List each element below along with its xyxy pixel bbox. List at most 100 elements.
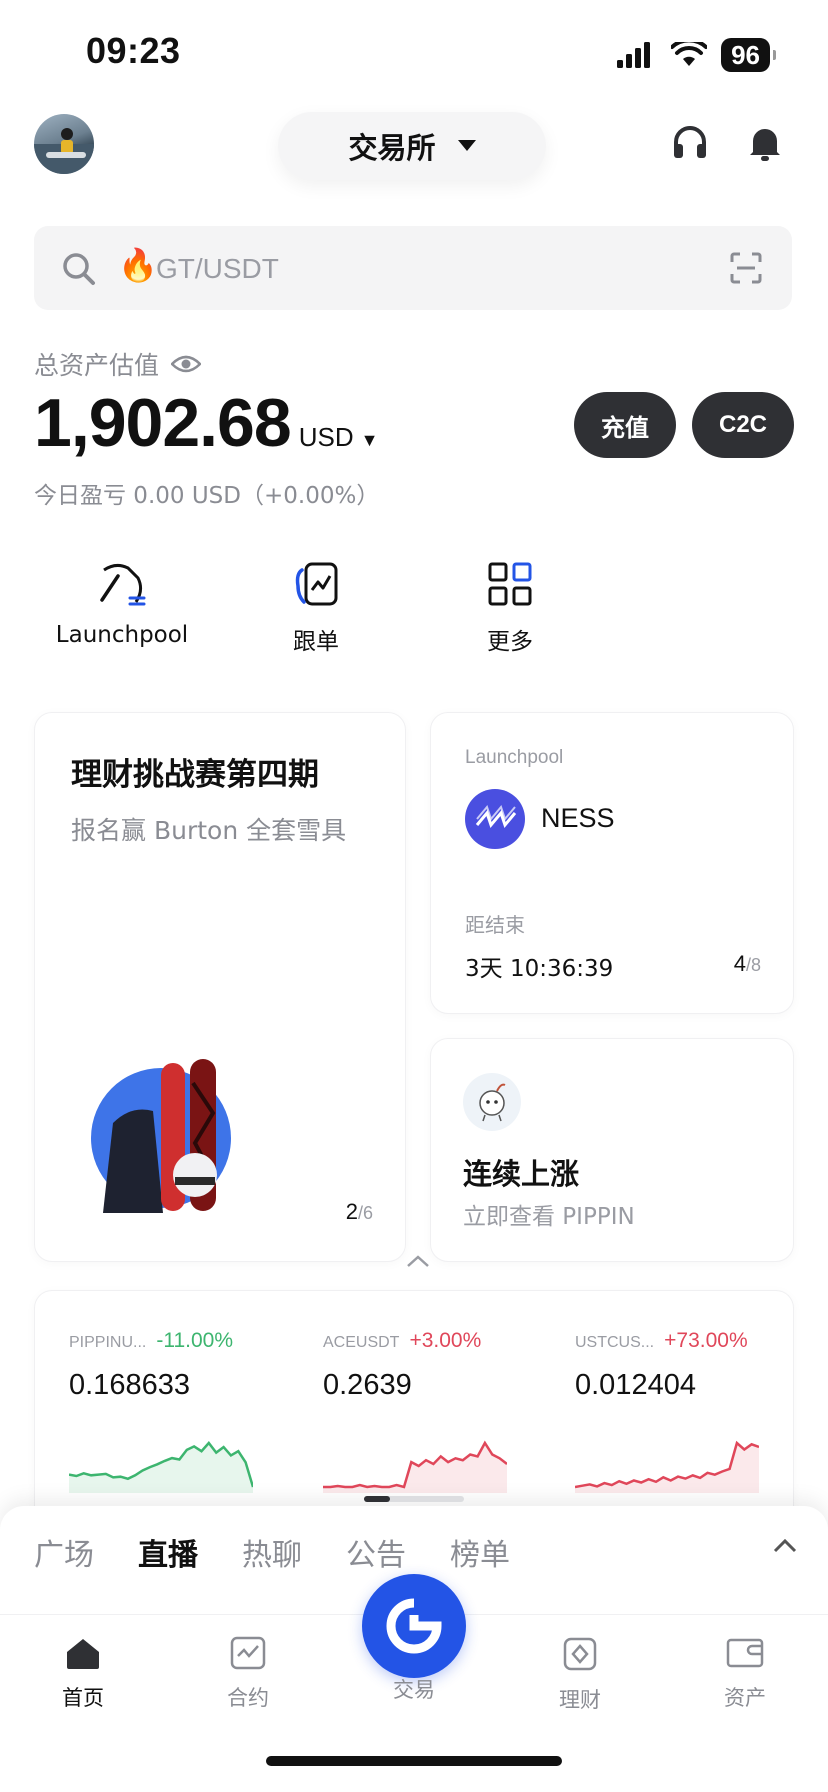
pickaxe-icon: [100, 563, 146, 606]
nav-futures[interactable]: 合约: [193, 1636, 303, 1712]
fire-icon: 🔥: [118, 247, 158, 283]
wifi-icon: [671, 42, 708, 66]
ticker-change: +3.00%: [409, 1329, 482, 1352]
chevron-up-icon[interactable]: [406, 1254, 430, 1268]
exchange-switcher[interactable]: 交易所: [278, 112, 546, 180]
tab-square[interactable]: 广场: [34, 1530, 94, 1574]
promo-card[interactable]: 理财挑战赛第四期 报名赢 Burton 全套雪具 2/6: [34, 712, 406, 1262]
quick-action-label: 更多: [487, 629, 533, 655]
launchpool-pager: 4/8: [734, 951, 761, 977]
ticker-sparkline: [323, 1440, 507, 1493]
ticker-change: +73.00%: [664, 1329, 748, 1352]
tab-rankings[interactable]: 榜单: [450, 1530, 510, 1574]
caret-down-icon: ▼: [355, 430, 379, 450]
ness-logo-icon: [465, 789, 525, 849]
headset-icon[interactable]: [672, 124, 708, 160]
status-time: 09:23: [86, 30, 181, 71]
copy-trade-icon: [295, 562, 338, 606]
ticker-symbol: ACEUSDT: [323, 1334, 400, 1351]
nav-trade[interactable]: 交易: [359, 1674, 469, 1704]
ticker-item[interactable]: ACEUSDT +3.00% 0.2639: [323, 1329, 523, 1493]
scan-icon[interactable]: [730, 252, 762, 284]
ticker-item[interactable]: USTCUS... +73.00% 0.012404: [575, 1329, 775, 1493]
pippin-mascot-icon: [463, 1073, 521, 1131]
quick-action-more[interactable]: 更多: [420, 560, 600, 656]
search-bar[interactable]: 🔥: [34, 226, 792, 310]
home-indicator: [266, 1756, 562, 1766]
nav-label: 合约: [227, 1686, 269, 1710]
battery-indicator: 96: [721, 38, 776, 72]
deposit-button[interactable]: 充值: [574, 392, 676, 458]
trade-icon: [386, 1598, 442, 1654]
tab-hot-chat[interactable]: 热聊: [242, 1530, 302, 1574]
ticker-price: 0.012404: [575, 1369, 696, 1401]
pager-total: /6: [357, 1203, 373, 1223]
avatar-photo: [34, 128, 94, 174]
chevron-up-icon[interactable]: [772, 1538, 798, 1554]
launchpool-tag: Launchpool: [465, 747, 564, 768]
market-tickers: PIPPINU... -11.00% 0.168633 ACEUSDT +3.0…: [34, 1290, 794, 1531]
nav-home[interactable]: 首页: [28, 1636, 138, 1712]
launchpool-card[interactable]: Launchpool NESS 距结束 3天 10:36:39 4/8: [430, 712, 794, 1014]
quick-action-copy-trade[interactable]: 跟单: [226, 560, 406, 656]
bell-icon[interactable]: [748, 124, 782, 162]
asset-amount: 1,902.68: [34, 385, 292, 461]
ticker-price: 0.168633: [69, 1369, 190, 1401]
countdown-label: 距结束: [465, 913, 525, 937]
tab-live[interactable]: 直播: [138, 1530, 198, 1574]
countdown-value: 3天 10:36:39: [465, 956, 614, 982]
pager-total: /8: [745, 955, 761, 975]
futures-icon: [230, 1636, 266, 1670]
eye-icon[interactable]: [171, 354, 202, 374]
asset-unit: USD: [298, 422, 354, 452]
currency-selector[interactable]: USD ▼: [299, 422, 379, 453]
search-input[interactable]: [154, 248, 658, 290]
promo-pager: 2/6: [346, 1199, 373, 1225]
feed-tabs: 广场 直播 热聊 公告 榜单: [34, 1530, 510, 1574]
caret-down-icon: [457, 140, 476, 151]
promo-title: 理财挑战赛第四期: [71, 757, 319, 793]
pager-current: 2: [345, 1199, 358, 1224]
feed-panel: 广场 直播 热聊 公告 榜单 首页 合约 交易 理财 资产: [0, 1496, 828, 1792]
nav-label: 理财: [559, 1688, 601, 1712]
wallet-icon: [726, 1638, 764, 1668]
nav-label: 资产: [724, 1686, 766, 1710]
quick-action-label: 跟单: [293, 629, 339, 655]
grid-icon: [488, 562, 532, 606]
exchange-label: 交易所: [348, 131, 436, 165]
total-assets-label: 总资产估值: [34, 346, 202, 382]
trend-title: 连续上涨: [463, 1157, 580, 1191]
quick-action-label: Launchpool: [55, 622, 189, 648]
ticker-sparkline: [575, 1440, 759, 1493]
pager-current: 4: [733, 951, 746, 976]
search-icon: [63, 253, 95, 285]
cellular-signal-icon: [617, 42, 651, 68]
home-icon: [67, 1639, 99, 1669]
ticker-sparkline: [69, 1441, 253, 1493]
quick-action-launchpool[interactable]: Launchpool: [32, 560, 212, 648]
trend-subtitle: 立即查看 PIPPIN: [463, 1204, 635, 1230]
earn-icon: [563, 1637, 597, 1671]
token-name: NESS: [541, 803, 615, 833]
avatar[interactable]: [34, 114, 94, 174]
c2c-button[interactable]: C2C: [692, 392, 794, 458]
ticker-price: 0.2639: [323, 1369, 412, 1401]
nav-assets[interactable]: 资产: [690, 1636, 800, 1712]
snow-gear-illustration: [91, 1059, 231, 1213]
tab-announcements[interactable]: 公告: [346, 1530, 406, 1574]
ticker-symbol: USTCUS...: [575, 1334, 655, 1351]
ticker-symbol: PIPPINU...: [69, 1334, 147, 1351]
nav-label: 首页: [62, 1686, 104, 1710]
promo-subtitle: 报名赢 Burton 全套雪具: [71, 816, 347, 845]
asset-title-text: 总资产估值: [34, 351, 160, 380]
today-pnl: 今日盈亏 0.00 USD（+0.00%）: [34, 483, 380, 509]
total-assets-value: 1,902.68 USD ▼: [34, 384, 378, 462]
nav-label: 交易: [393, 1678, 435, 1702]
trade-button[interactable]: [362, 1574, 466, 1678]
nav-earn[interactable]: 理财: [525, 1636, 635, 1714]
drag-handle[interactable]: [364, 1496, 464, 1502]
ticker-change: -11.00%: [156, 1329, 234, 1352]
trend-card[interactable]: 连续上涨 立即查看 PIPPIN: [430, 1038, 794, 1262]
sparkline-area: [575, 1443, 759, 1493]
ticker-item[interactable]: PIPPINU... -11.00% 0.168633: [69, 1329, 269, 1493]
